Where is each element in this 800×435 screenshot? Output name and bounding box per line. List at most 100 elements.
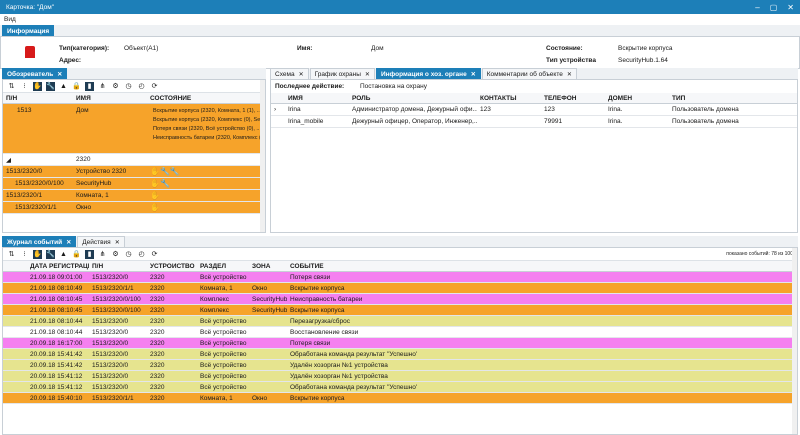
col-zone[interactable]: ЗОНА <box>249 263 287 270</box>
col-domain[interactable]: ДОМЕН <box>605 95 669 102</box>
col-section[interactable]: РАЗДЕЛ <box>197 263 249 270</box>
events-panel: Журнал событий ✕ Действия ✕ ⇅ ⁝ ✋ 🔧 ▲ 🔒 ▮ … <box>2 236 798 435</box>
col-num[interactable]: П/Н <box>3 95 73 102</box>
maximize-icon[interactable]: ▢ <box>770 3 778 12</box>
event-cell: Вскрытие корпуса <box>290 306 345 314</box>
event-cell: Перезагрузка/сброс <box>290 317 350 325</box>
close-tab-icon[interactable]: ✕ <box>115 239 120 246</box>
tree-row[interactable]: 1513/2320/1 Комната, 1 ✋ <box>3 190 265 202</box>
scrollbar[interactable] <box>792 248 797 434</box>
close-tab-icon[interactable]: ✕ <box>567 71 572 78</box>
filter-icon[interactable]: ⇅ <box>7 82 16 91</box>
tree-header: П/Н ИМЯ СОСТОЯНИЕ <box>3 93 265 104</box>
tree-row[interactable]: 1513 Дом Вскрытие корпуса (2320, Комната… <box>3 104 265 154</box>
event-row[interactable]: 20.09.18 15:41:42 1513/2320/0 2320 Всё устр… <box>3 360 797 371</box>
event-row[interactable]: 20.09.18 16:17:00 1513/2320/0 2320 Всё устр… <box>3 338 797 349</box>
tree-row[interactable]: 1513/2320/0 Устройство 2320 ✋🔧🔧 <box>3 166 265 178</box>
close-tab-icon[interactable]: ✕ <box>57 71 62 78</box>
settings-icon[interactable]: ⚙ <box>111 82 120 91</box>
event-row[interactable]: 21.09.18 08:10:49 1513/2320/1/1 2320 Комнат… <box>3 283 797 294</box>
battery-icon[interactable]: ▮ <box>85 81 94 91</box>
event-cell: Всё устройство <box>200 339 247 347</box>
close-tab-icon[interactable]: ✕ <box>299 71 304 78</box>
minimize-icon[interactable]: – <box>755 3 759 12</box>
event-row[interactable]: 20.09.18 15:41:12 1513/2320/0 2320 Всё устр… <box>3 371 797 382</box>
tree-row[interactable]: ◢ 2320 <box>3 154 265 166</box>
tab-information[interactable]: Информация <box>2 25 55 36</box>
clock-icon[interactable]: ◷ <box>124 250 133 259</box>
hand-icon[interactable]: ✋ <box>33 81 42 91</box>
tab-explorer[interactable]: Обозреватель ✕ <box>2 68 68 79</box>
hand-icon[interactable]: ✋ <box>33 249 42 259</box>
network-icon[interactable]: ⋔ <box>98 82 107 91</box>
tab-scheme[interactable]: Схема ✕ <box>270 68 309 79</box>
event-cell: Потеря связи <box>290 273 331 281</box>
col-device[interactable]: УСТРОЙСТВО <box>147 263 197 270</box>
event-cell: 2320 <box>150 328 165 336</box>
event-row[interactable]: 21.09.18 08:10:44 1513/2320/0 2320 Всё устр… <box>3 327 797 338</box>
col-date[interactable]: ДАТА РЕГИСТРАЦИИ <box>27 263 89 270</box>
scrollbar[interactable] <box>260 80 265 232</box>
event-row[interactable]: 20.09.18 15:41:42 1513/2320/0 2320 Всё устр… <box>3 349 797 360</box>
event-cell: Всё устройство <box>200 350 247 358</box>
event-cell: 1513/2320/1/1 <box>92 284 134 292</box>
lock-icon[interactable]: 🔒 <box>72 250 81 259</box>
network-icon[interactable]: ⋔ <box>98 250 107 259</box>
col-event[interactable]: СОБЫТИЕ <box>287 263 417 270</box>
col-name[interactable]: ИМЯ <box>73 95 147 102</box>
tab-comments[interactable]: Комментарии об объекте ✕ <box>481 68 577 79</box>
event-cell: 21.09.18 08:10:44 <box>30 328 83 336</box>
event-row[interactable]: 21.09.18 09:01:00 1513/2320/0 2320 Всё устр… <box>3 272 797 283</box>
lock-icon[interactable]: 🔒 <box>72 82 81 91</box>
refresh-icon[interactable]: ⟳ <box>150 82 159 91</box>
settings-icon[interactable]: ⚙ <box>111 250 120 259</box>
col-type[interactable]: ТИП <box>669 95 789 102</box>
col-contacts[interactable]: КОНТАКТЫ <box>477 95 541 102</box>
tree-row[interactable]: 1513/2320/1/1 Окно ✋ <box>3 202 265 214</box>
history-icon[interactable]: ◴ <box>137 82 146 91</box>
col-role[interactable]: РОЛЬ <box>349 95 477 102</box>
close-tab-icon[interactable]: ✕ <box>66 239 71 246</box>
warning-icon[interactable]: ▲ <box>59 250 68 259</box>
event-cell: 1513/2320/0/100 <box>92 306 141 314</box>
history-icon[interactable]: ◴ <box>137 250 146 259</box>
pin-icon[interactable]: ⁝ <box>20 250 29 259</box>
close-icon[interactable]: ✕ <box>787 3 794 12</box>
col-num[interactable]: П/Н <box>89 263 147 270</box>
contact-row[interactable]: Irina_mobile Дежурный офицер, Оператор, И… <box>271 116 797 128</box>
pin-icon[interactable]: ⁝ <box>20 82 29 91</box>
tab-event-log[interactable]: Журнал событий ✕ <box>2 236 77 247</box>
event-row[interactable]: 20.09.18 15:40:10 1513/2320/1/1 2320 Комнат… <box>3 393 797 404</box>
col-name[interactable]: ИМЯ <box>285 95 349 102</box>
tree-row[interactable]: 1513/2320/0/100 SecurityHub ✋🔧 <box>3 178 265 190</box>
event-cell: 20.09.18 15:41:42 <box>30 350 83 358</box>
event-row[interactable]: 20.09.18 15:41:12 1513/2320/0 2320 Всё устр… <box>3 382 797 393</box>
type-label: Тип(категория): <box>59 45 110 52</box>
title-bar: Карточка: "Дом" – ▢ ✕ <box>0 0 800 14</box>
wrench-icon[interactable]: 🔧 <box>46 81 55 91</box>
filter-icon[interactable]: ⇅ <box>7 250 16 259</box>
menu-bar: Вид <box>0 14 800 25</box>
event-cell: Вскрытие корпуса <box>290 284 345 292</box>
tab-owner-info[interactable]: Информация о хоз. органе ✕ <box>375 68 481 79</box>
event-cell: 2320 <box>150 295 165 303</box>
events-toolbar: ⇅ ⁝ ✋ 🔧 ▲ 🔒 ▮ ⋔ ⚙ ◷ ◴ ⟳ показано событий… <box>3 248 797 261</box>
event-cell: 2320 <box>150 361 165 369</box>
close-tab-icon[interactable]: ✕ <box>471 71 476 78</box>
event-cell: 1513/2320/0/100 <box>92 295 141 303</box>
event-row[interactable]: 21.09.18 08:10:45 1513/2320/0/100 2320 Комп… <box>3 294 797 305</box>
contact-row[interactable]: › Irina Администратор домена, Дежурный оф… <box>271 104 797 116</box>
tab-actions[interactable]: Действия ✕ <box>77 236 125 247</box>
clock-icon[interactable]: ◷ <box>124 82 133 91</box>
menu-view[interactable]: Вид <box>4 16 16 23</box>
col-phone[interactable]: ТЕЛЕФОН <box>541 95 605 102</box>
wrench-icon[interactable]: 🔧 <box>46 249 55 259</box>
warning-icon[interactable]: ▲ <box>59 82 68 91</box>
event-row[interactable]: 21.09.18 08:10:44 1513/2320/0 2320 Всё устр… <box>3 316 797 327</box>
close-tab-icon[interactable]: ✕ <box>365 71 370 78</box>
refresh-icon[interactable]: ⟳ <box>150 250 159 259</box>
tab-guard-schedule[interactable]: График охраны ✕ <box>309 68 375 79</box>
battery-icon[interactable]: ▮ <box>85 249 94 259</box>
event-row[interactable]: 21.09.18 08:10:45 1513/2320/0/100 2320 Комп… <box>3 305 797 316</box>
col-state[interactable]: СОСТОЯНИЕ <box>147 95 257 102</box>
